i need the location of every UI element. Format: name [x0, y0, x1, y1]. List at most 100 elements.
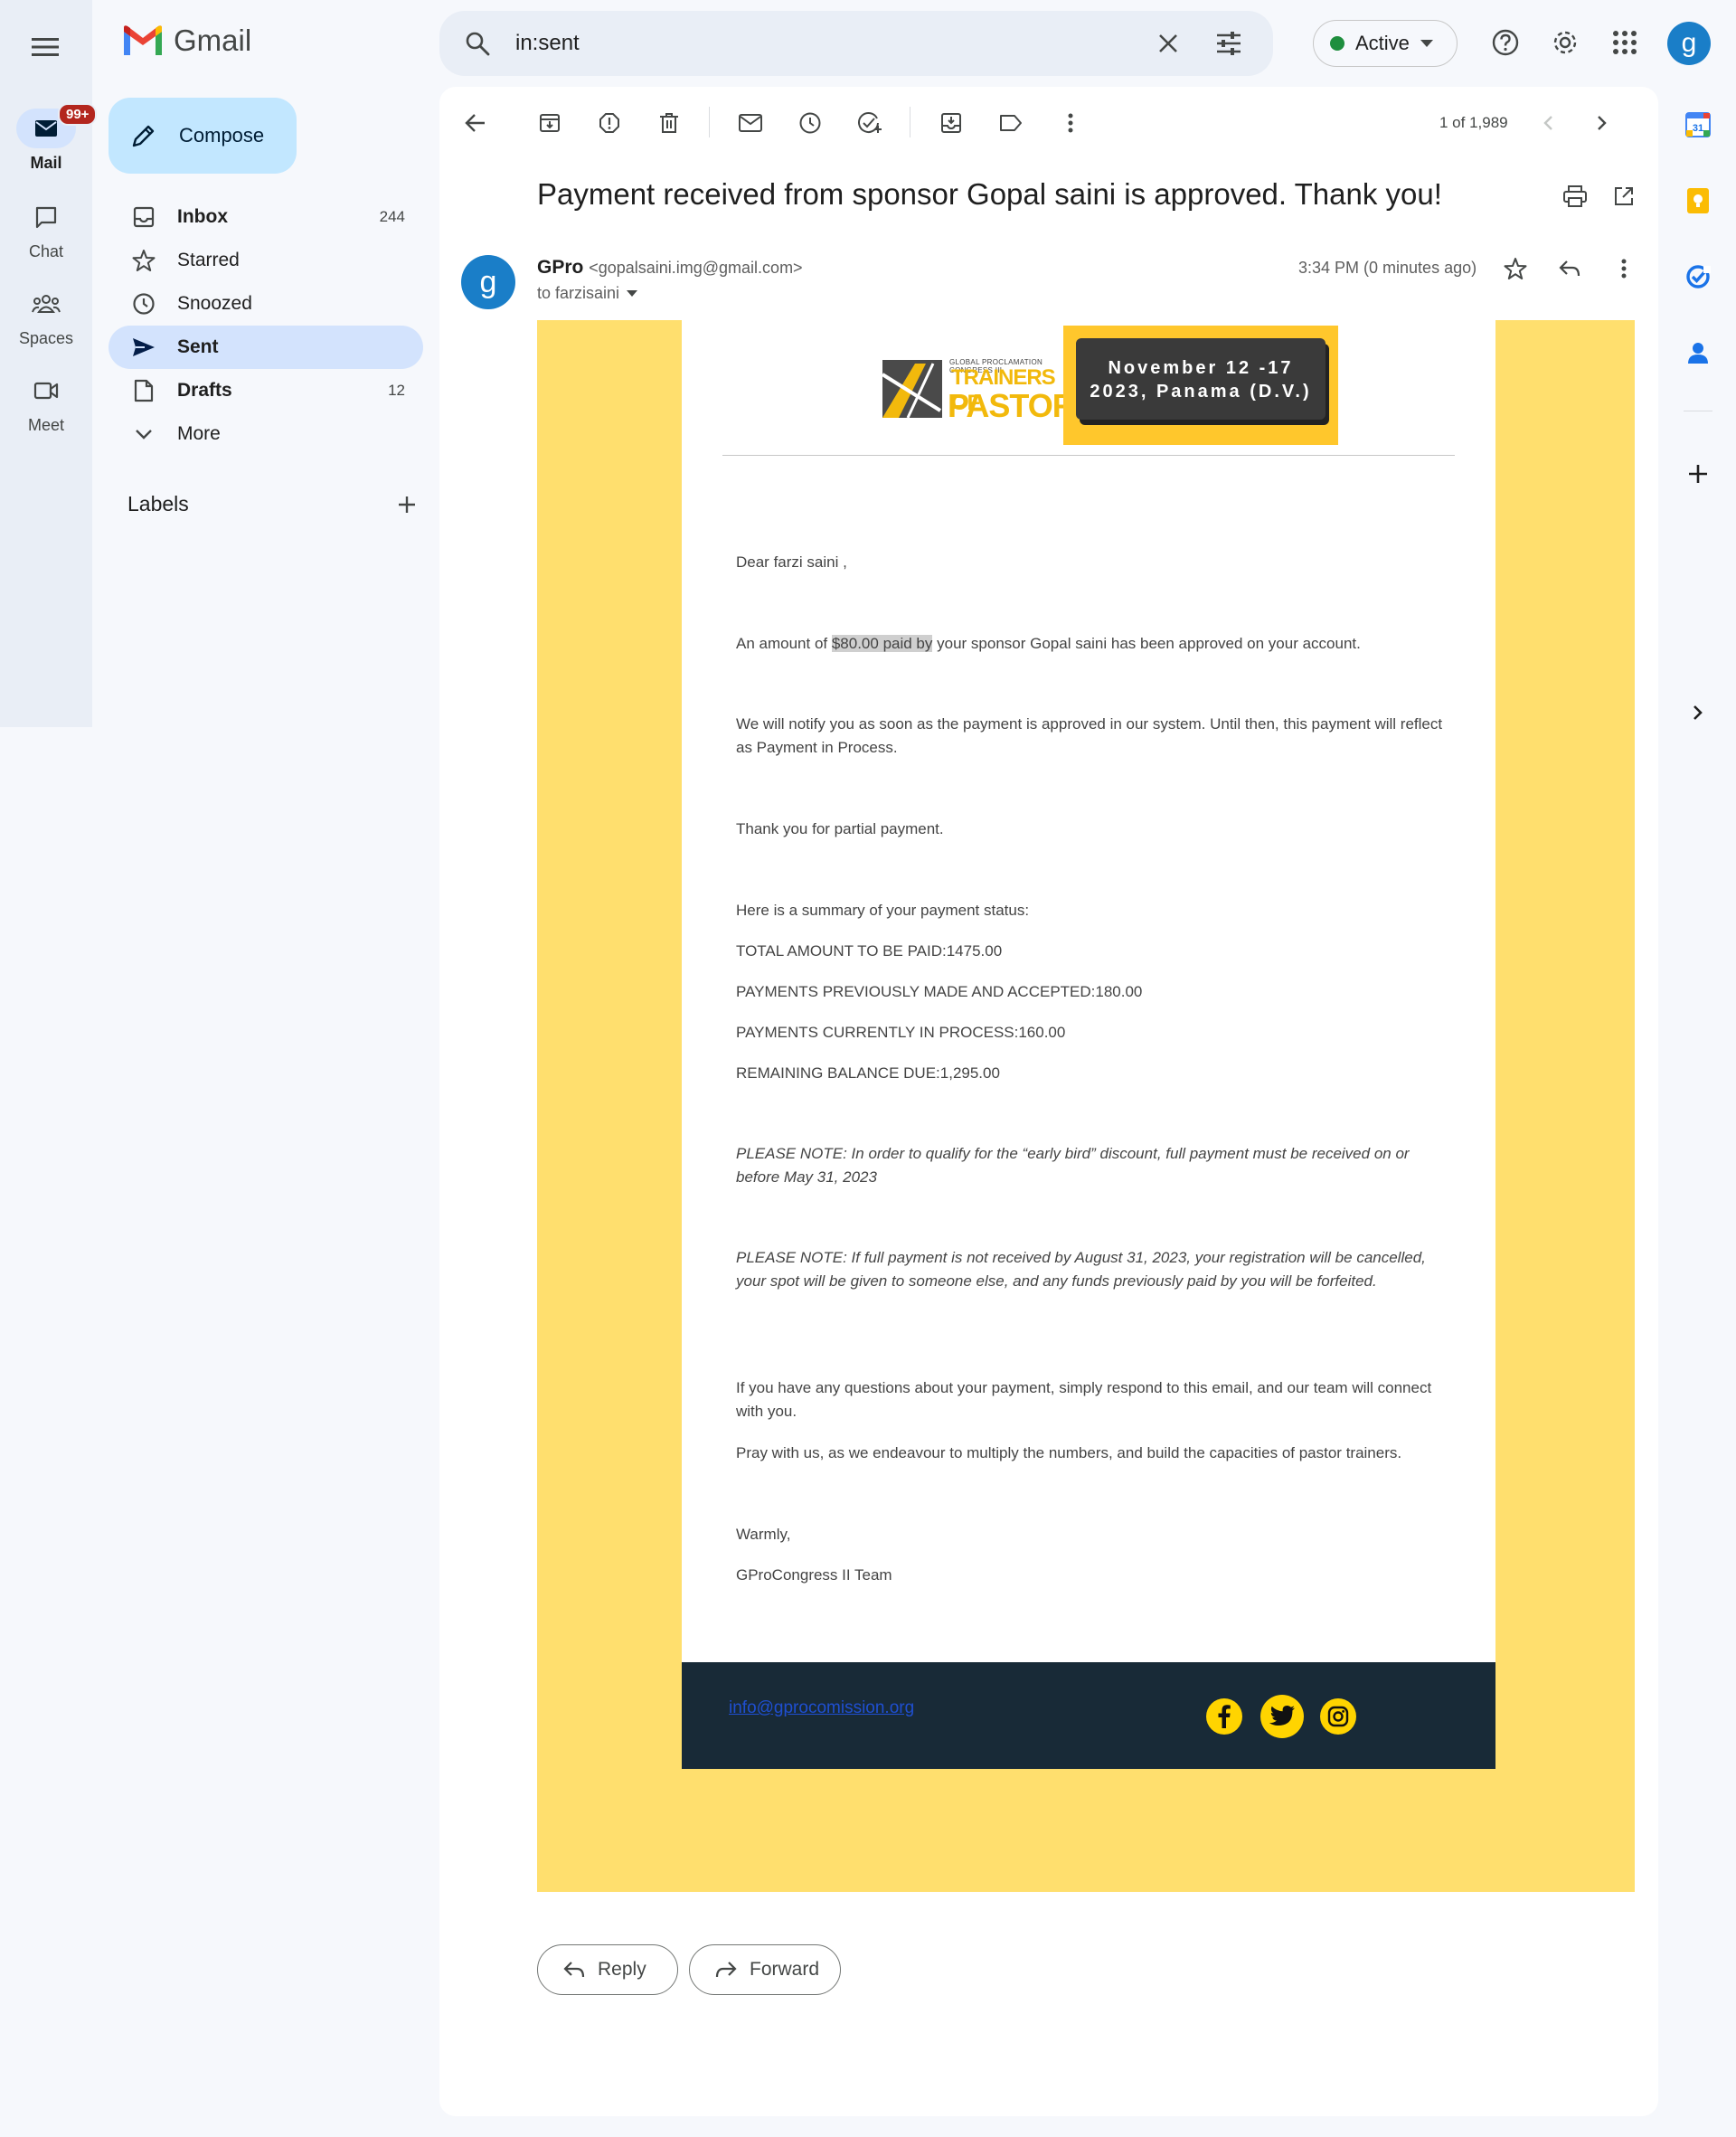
rail-meet[interactable]: Meet — [0, 371, 92, 435]
get-addons-button[interactable] — [1682, 458, 1714, 490]
open-new-window-button[interactable] — [1606, 178, 1642, 214]
toolbar-divider — [709, 107, 710, 137]
snooze-button[interactable] — [792, 105, 828, 141]
more-actions-button[interactable] — [1052, 105, 1089, 141]
recipient-label: to farzisaini — [537, 284, 620, 302]
svg-text:31: 31 — [1693, 123, 1703, 134]
contact-email-link[interactable]: info@gprocomission.org — [729, 1698, 914, 1718]
summary-current: PAYMENTS CURRENTLY IN PROCESS:160.00 — [736, 1024, 1066, 1041]
more-vert-icon — [1068, 113, 1073, 133]
rail-spaces-label: Spaces — [18, 329, 74, 347]
move-to-button[interactable] — [933, 105, 969, 141]
chevron-left-icon — [1543, 116, 1552, 130]
sender-name[interactable]: GPro — [537, 257, 583, 278]
clock-icon — [799, 112, 821, 134]
closing-line: Warmly, — [736, 1526, 791, 1543]
status-dropdown[interactable]: Active — [1313, 20, 1458, 67]
contacts-icon — [1688, 343, 1708, 364]
labels-heading: Labels — [127, 492, 189, 515]
summary-total: TOTAL AMOUNT TO BE PAID:1475.00 — [736, 942, 1003, 960]
nav-item-starred[interactable]: Starred — [108, 239, 423, 282]
tasks-icon — [1686, 265, 1711, 288]
support-button[interactable] — [1486, 24, 1524, 61]
nav-item-drafts[interactable]: Drafts 12 — [108, 369, 423, 412]
trash-icon — [660, 113, 678, 133]
apps-grid-icon — [1613, 31, 1637, 54]
chevron-down-icon — [136, 430, 152, 440]
facebook-link[interactable] — [1206, 1698, 1242, 1735]
create-label-button[interactable] — [397, 495, 417, 515]
add-to-tasks-button[interactable] — [852, 105, 888, 141]
keep-addon[interactable] — [1682, 184, 1714, 217]
message-panel: 1 of 1,989 Payment received from sponsor… — [439, 87, 1658, 2116]
star-message-button[interactable] — [1497, 251, 1533, 287]
cancellation-note: PLEASE NOTE: If full payment is not rece… — [736, 1249, 1426, 1290]
compose-button[interactable]: Compose — [108, 98, 297, 174]
nav-item-label: Inbox — [177, 206, 228, 227]
video-camera-icon — [33, 382, 59, 400]
rail-chat[interactable]: Chat — [0, 197, 92, 261]
sender-avatar[interactable]: g — [461, 255, 515, 309]
report-spam-button[interactable] — [591, 105, 627, 141]
open-in-new-icon — [1615, 187, 1633, 205]
newer-button[interactable] — [1530, 105, 1566, 141]
draft-icon — [134, 379, 154, 402]
contacts-addon[interactable] — [1682, 336, 1714, 369]
message-more-button[interactable] — [1606, 251, 1642, 287]
nav-item-inbox[interactable]: Inbox 244 — [108, 195, 423, 239]
forward-button[interactable]: Forward — [689, 1944, 841, 1995]
forward-label: Forward — [750, 1959, 820, 1980]
show-side-panel-button[interactable] — [1682, 696, 1714, 729]
nav-item-label: More — [177, 423, 221, 444]
nav-item-label: Starred — [177, 250, 240, 270]
gear-icon — [1553, 31, 1577, 54]
pray-paragraph: Pray with us, as we endeavour to multipl… — [736, 1444, 1402, 1461]
tune-icon — [1217, 32, 1241, 55]
congress-logo: GLOBAL PROCLAMATION CONGRESS III TRAINER… — [881, 356, 1097, 424]
reply-button[interactable]: Reply — [537, 1944, 678, 1995]
search-bar[interactable]: in:sent — [439, 11, 1273, 76]
signature-line: GProCongress II Team — [736, 1566, 892, 1584]
archive-icon — [540, 114, 560, 132]
hamburger-icon — [32, 38, 59, 56]
email-body: GLOBAL PROCLAMATION CONGRESS III TRAINER… — [537, 320, 1635, 1892]
search-input[interactable]: in:sent — [515, 31, 580, 56]
archive-button[interactable] — [532, 105, 568, 141]
notify-paragraph: We will notify you as soon as the paymen… — [736, 715, 1443, 756]
settings-button[interactable] — [1546, 24, 1584, 61]
recipient-details-toggle[interactable]: to farzisaini — [537, 284, 638, 303]
account-avatar[interactable]: g — [1667, 22, 1711, 65]
nav-item-sent[interactable]: Sent — [108, 326, 423, 369]
labels-button[interactable] — [993, 105, 1029, 141]
calendar-addon[interactable]: 31 — [1682, 109, 1714, 141]
older-button[interactable] — [1584, 105, 1620, 141]
tasks-addon[interactable] — [1682, 260, 1714, 293]
search-button[interactable] — [465, 31, 490, 56]
reply-icon-button[interactable] — [1552, 251, 1588, 287]
close-icon — [1159, 34, 1177, 52]
search-options-button[interactable] — [1215, 31, 1242, 56]
email-footer: info@gprocomission.org — [682, 1662, 1495, 1769]
nav-item-label: Sent — [177, 336, 219, 357]
report-icon — [599, 113, 619, 133]
nav-item-label: Snoozed — [177, 293, 252, 314]
mark-unread-button[interactable] — [732, 105, 769, 141]
instagram-link[interactable] — [1320, 1698, 1356, 1735]
clear-search-button[interactable] — [1156, 31, 1181, 56]
add-task-icon — [858, 112, 882, 133]
rail-spaces[interactable]: Spaces — [0, 284, 92, 348]
amount-highlight: $80.00 paid by — [831, 635, 933, 652]
arrow-back-icon — [465, 114, 485, 132]
main-menu-button[interactable] — [24, 25, 67, 69]
gmail-logo[interactable]: Gmail — [121, 24, 251, 58]
apps-button[interactable] — [1606, 24, 1644, 61]
back-button[interactable] — [458, 105, 494, 141]
print-button[interactable] — [1557, 178, 1593, 214]
inbox-icon — [133, 206, 155, 228]
nav-item-snoozed[interactable]: Snoozed — [108, 282, 423, 326]
rail-mail[interactable]: 99+ Mail — [0, 103, 98, 173]
twitter-link[interactable] — [1260, 1695, 1304, 1738]
summary-heading: Here is a summary of your payment status… — [736, 902, 1030, 919]
delete-button[interactable] — [651, 105, 687, 141]
nav-item-more[interactable]: More — [108, 412, 423, 456]
